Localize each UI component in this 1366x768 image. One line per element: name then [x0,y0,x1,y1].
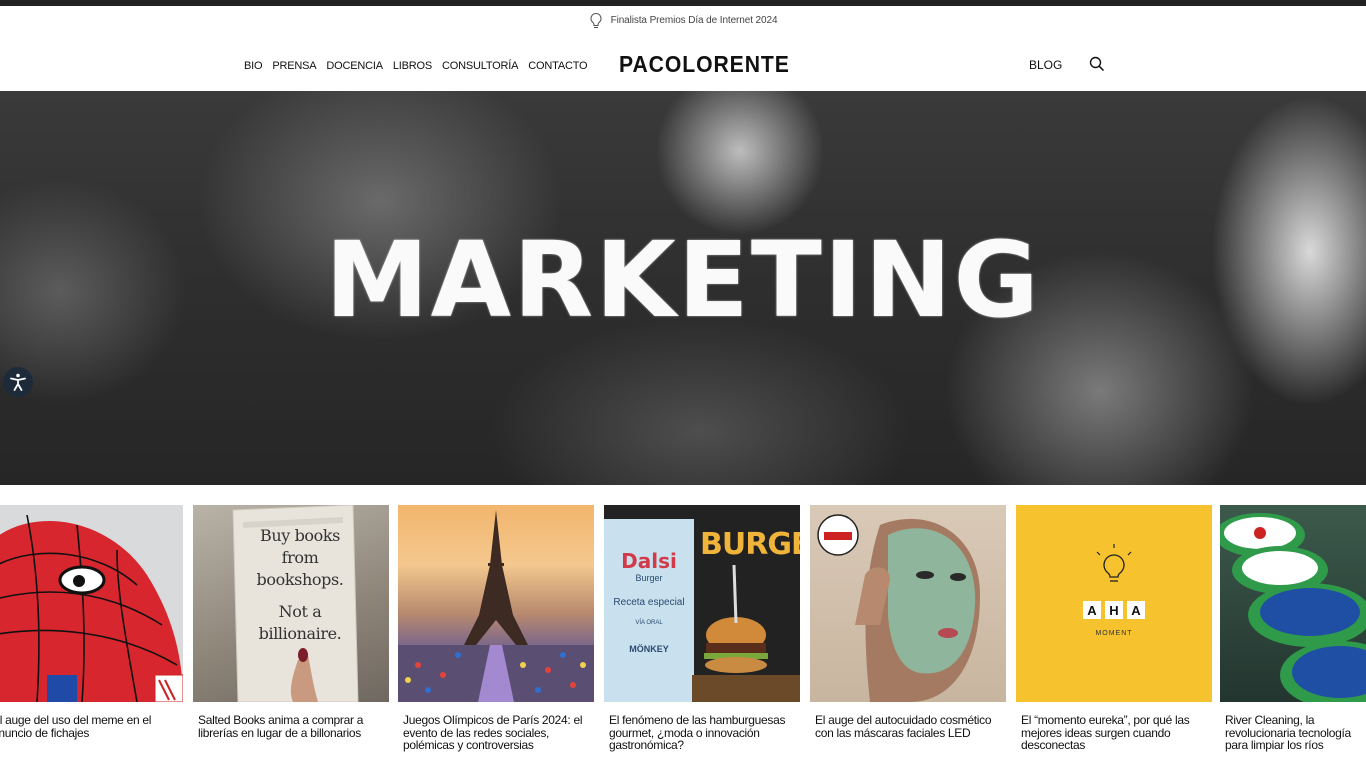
eiffel-tower-illustration [398,510,594,702]
led-mask-illustration [817,514,980,702]
hero-title: MARKETING [325,219,1041,341]
article-title[interactable]: Salted Books anima a comprar a librerías… [193,714,383,739]
article-carousel: El auge del uso del meme en el anuncio d… [0,505,1366,768]
article-card[interactable]: A H A MOMENT El “momento eureka”, por qu… [1016,505,1212,752]
article-image-river[interactable] [1220,505,1366,702]
article-image-led-mask[interactable] [810,505,1006,702]
book-slogan-line-2: from bookshops. [256,548,344,589]
article-image-burger[interactable]: Dalsi Burger Receta especial VÍA ORAL MÖ… [604,505,800,702]
nav-docencia[interactable]: DOCENCIA [326,60,383,72]
article-card[interactable]: River Cleaning, la revolucionaria tecnol… [1220,505,1366,752]
accessibility-icon [10,373,26,391]
nav-consultoria[interactable]: CONSULTORÍA [442,60,518,72]
site-logo[interactable]: PACOLORENTE [619,51,790,78]
aha-tiles: A H A [1083,601,1145,619]
article-title[interactable]: El fenómeno de las hamburguesas gourmet,… [604,714,794,752]
site-header: BIO PRENSA DOCENCIA LIBROS CONSULTORÍA C… [0,35,1366,91]
burger-illustration [692,564,800,702]
article-title[interactable]: River Cleaning, la revolucionaria tecnol… [1220,714,1366,752]
main-nav: BIO PRENSA DOCENCIA LIBROS CONSULTORÍA C… [244,60,588,72]
article-card[interactable]: Buy books from bookshops. Not a billiona… [193,505,389,739]
article-card[interactable]: Dalsi Burger Receta especial VÍA ORAL MÖ… [604,505,800,752]
article-card[interactable]: El auge del autocuidado cosmético con la… [810,505,1006,739]
book-slogan-line-3: Not a billionaire. [258,602,342,643]
search-icon[interactable] [1089,56,1105,72]
aha-moment: MOMENT [1095,630,1133,637]
lightbulb-icon [590,12,602,28]
nav-bio[interactable]: BIO [244,60,263,72]
article-title[interactable]: El auge del autocuidado cosmético con la… [810,714,1000,739]
accessibility-button[interactable] [3,367,33,397]
article-image-paris[interactable] [398,505,594,702]
nav-prensa[interactable]: PRENSA [272,60,316,72]
announcement-bar: Finalista Premios Día de Internet 2024 [0,6,1366,35]
announcement-text: Finalista Premios Día de Internet 2024 [610,15,778,26]
river-buoys-illustration [1220,513,1366,702]
aha-tile: A [1083,601,1101,619]
nav-libros[interactable]: LIBROS [393,60,432,72]
book-slogan-line-1: Buy books [259,526,340,545]
article-title[interactable]: El auge del uso del meme en el anuncio d… [0,714,177,739]
article-image-books[interactable]: Buy books from bookshops. Not a billiona… [193,505,389,702]
article-image-meme[interactable] [0,505,183,702]
article-title[interactable]: Juegos Olímpicos de París 2024: el event… [398,714,588,752]
blog-link[interactable]: BLOG [1029,58,1062,72]
article-card[interactable]: Juegos Olímpicos de París 2024: el event… [398,505,594,752]
article-title[interactable]: El “momento eureka”, por qué las mejores… [1016,714,1206,752]
article-card[interactable]: El auge del uso del meme en el anuncio d… [0,505,183,739]
spiderman-illustration [0,514,183,702]
nav-contacto[interactable]: CONTACTO [528,60,587,72]
article-image-aha[interactable]: A H A MOMENT [1016,505,1212,702]
aha-tile: A [1127,601,1145,619]
aha-tile: H [1105,601,1123,619]
hero-banner: MARKETING [0,91,1366,485]
